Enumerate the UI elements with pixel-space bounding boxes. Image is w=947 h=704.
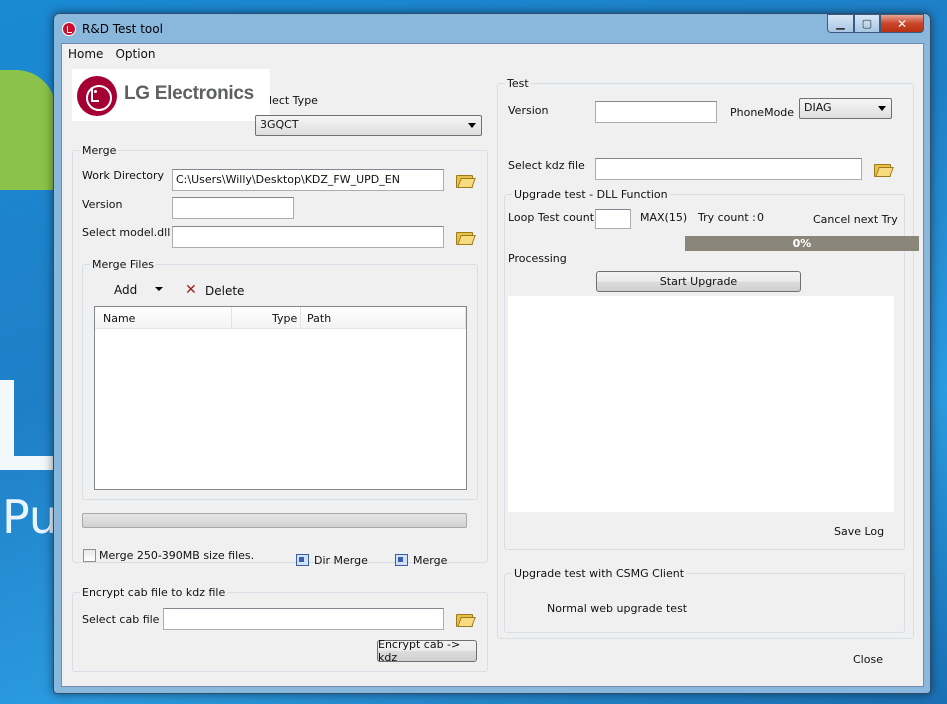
- lg-logo: LG Electronics: [72, 69, 270, 121]
- merge-icon[interactable]: [395, 554, 408, 566]
- close-window-button[interactable]: ✕: [880, 14, 924, 33]
- work-directory-field[interactable]: C:\Users\Willy\Desktop\KDZ_FW_UPD_EN: [172, 169, 444, 191]
- work-directory-label: Work Directory: [82, 169, 165, 182]
- desktop-background-shape: [0, 70, 56, 190]
- test-group-title: Test: [505, 77, 531, 90]
- menu-option[interactable]: Option: [109, 44, 161, 64]
- upgrade-test-title: Upgrade test - DLL Function: [512, 188, 670, 201]
- add-button[interactable]: Add: [114, 283, 137, 297]
- chevron-down-icon: [468, 123, 476, 128]
- cancel-next-try-button[interactable]: Cancel next Try: [813, 213, 898, 226]
- encrypt-group-title: Encrypt cab file to kdz file: [80, 586, 228, 599]
- open-folder-icon[interactable]: [874, 162, 891, 177]
- dir-merge-icon[interactable]: [296, 554, 309, 566]
- select-cab-field[interactable]: [163, 608, 444, 630]
- processing-label: Processing: [508, 252, 567, 265]
- select-type-value: 3GQCT: [260, 118, 299, 131]
- desktop-background-shape: [0, 380, 56, 470]
- select-kdz-field[interactable]: [595, 158, 862, 180]
- phone-mode-value: DIAG: [804, 101, 832, 114]
- column-path[interactable]: Path: [307, 312, 331, 325]
- phone-mode-label: PhoneMode: [730, 106, 795, 119]
- menu-home[interactable]: Home: [62, 44, 109, 64]
- phone-mode-combo[interactable]: DIAG: [799, 98, 892, 119]
- window-title: R&D Test tool: [82, 22, 163, 36]
- window-controls: ▁ ▢ ✕: [827, 14, 924, 33]
- merge-version-field[interactable]: [172, 197, 294, 219]
- merge-files-title: Merge Files: [90, 258, 156, 271]
- merge-button[interactable]: Merge: [413, 554, 447, 567]
- try-count-value: 0: [757, 211, 764, 224]
- delete-button[interactable]: Delete: [205, 284, 244, 298]
- close-button[interactable]: Close: [853, 653, 883, 666]
- select-type-label: lect Type: [269, 94, 318, 107]
- list-header: Name Type Path: [95, 307, 466, 329]
- open-folder-icon[interactable]: [456, 230, 473, 245]
- open-folder-icon[interactable]: [456, 612, 473, 627]
- loop-count-field[interactable]: [595, 209, 631, 229]
- delete-icon[interactable]: ✕: [185, 283, 197, 297]
- select-cab-label: Select cab file: [82, 613, 160, 626]
- start-upgrade-button[interactable]: Start Upgrade: [596, 271, 801, 292]
- select-model-field[interactable]: [172, 226, 444, 248]
- select-type-combo[interactable]: 3GQCT: [255, 115, 482, 136]
- maximize-button[interactable]: ▢: [854, 14, 880, 33]
- loop-count-label: Loop Test count: [508, 211, 595, 224]
- merge-progress-bar: [82, 513, 467, 528]
- open-folder-icon[interactable]: [456, 173, 473, 188]
- chevron-down-icon: [878, 106, 886, 111]
- title-bar[interactable]: R&D Test tool ▁ ▢ ✕: [54, 14, 930, 44]
- merge-version-label: Version: [82, 198, 123, 211]
- normal-web-upgrade-button[interactable]: Normal web upgrade test: [547, 602, 687, 615]
- select-kdz-label: Select kdz file: [508, 159, 585, 172]
- dir-merge-button[interactable]: Dir Merge: [314, 554, 368, 567]
- lg-logo-text: LG Electronics: [124, 83, 254, 104]
- column-type[interactable]: Type: [272, 312, 297, 325]
- select-model-label: Select model.dll: [82, 226, 171, 239]
- upgrade-log-area[interactable]: [508, 296, 894, 512]
- app-icon: [62, 22, 76, 36]
- client-area: Home Option LG Electronics lect Type 3GQ…: [61, 43, 924, 687]
- app-window: R&D Test tool ▁ ▢ ✕ Home Option LG Elect…: [53, 13, 931, 694]
- encrypt-cab-button[interactable]: Encrypt cab -> kdz: [377, 638, 477, 664]
- test-version-field[interactable]: [595, 101, 717, 123]
- menu-bar: Home Option: [62, 44, 923, 64]
- minimize-button[interactable]: ▁: [827, 14, 854, 33]
- test-version-label: Version: [508, 104, 549, 117]
- csmg-group-title: Upgrade test with CSMG Client: [512, 567, 687, 580]
- save-log-button[interactable]: Save Log: [834, 525, 884, 538]
- max-label: MAX(15): [640, 211, 688, 224]
- add-dropdown-icon[interactable]: [155, 287, 163, 291]
- lg-logo-icon: [77, 76, 117, 116]
- merge-files-list[interactable]: Name Type Path: [94, 306, 467, 490]
- column-name[interactable]: Name: [103, 312, 135, 325]
- merge-size-checkbox-label: Merge 250-390MB size files.: [99, 549, 255, 562]
- merge-group-title: Merge: [80, 144, 119, 157]
- try-count-label: Try count :: [698, 211, 756, 224]
- merge-size-checkbox[interactable]: [83, 549, 96, 562]
- desktop-background-text: Pu: [2, 490, 59, 544]
- upgrade-progress-bar: 0%: [685, 236, 919, 251]
